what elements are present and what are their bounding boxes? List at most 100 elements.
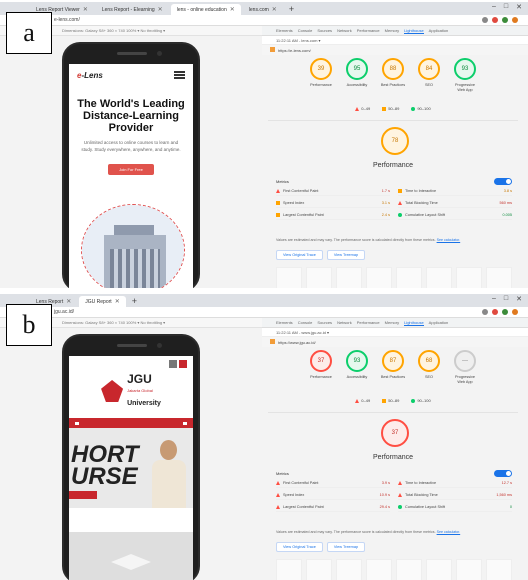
close-icon[interactable]: ✕ (83, 6, 88, 13)
extension-icon[interactable] (502, 309, 508, 315)
join-button[interactable]: Join For Free (108, 164, 154, 175)
extension-icon[interactable] (502, 17, 508, 23)
close-icon[interactable]: ✕ (158, 6, 163, 13)
close-window-icon[interactable]: ✕ (516, 3, 522, 11)
extension-icons (482, 309, 518, 315)
expand-view-toggle[interactable] (494, 178, 512, 185)
browser-tab[interactable]: lens.com ✕ (243, 4, 283, 15)
metric-label: Total Blocking Time (405, 492, 438, 497)
average-square-icon (276, 200, 280, 205)
metric-value: 560 ms (499, 200, 512, 205)
fail-triangle-icon (276, 480, 280, 485)
language-icon[interactable] (179, 360, 187, 368)
metric-value: 3.1 s (381, 200, 390, 205)
expand-view-toggle[interactable] (494, 470, 512, 477)
new-tab-icon[interactable]: + (289, 4, 294, 15)
view-trace-button[interactable]: View Original Trace (276, 250, 323, 260)
close-icon[interactable]: ✕ (230, 6, 235, 13)
lighthouse-report-select[interactable]: 11:22:11 AM - lens.com ▾ (262, 36, 528, 45)
devtools-tab[interactable]: Application (429, 320, 449, 325)
view-trace-button[interactable]: View Original Trace (276, 542, 323, 552)
lighthouse-report-select[interactable]: 11:22:11 AM - www.jgu.ac.id ▾ (262, 328, 528, 337)
devtools-tab[interactable]: Application (429, 28, 449, 33)
browser-tab-active[interactable]: JGU Report ✕ (79, 296, 126, 307)
extension-icon[interactable] (482, 309, 488, 315)
score-gauge[interactable]: 93 Progressive Web App (452, 58, 479, 93)
search-icon[interactable] (169, 360, 177, 368)
score-gauge[interactable]: 39 Performance (308, 58, 335, 93)
devtools-tabs: Elements Console Sources Network Perform… (262, 26, 528, 36)
browser-tab[interactable]: Lens Report - Elearning ✕ (96, 4, 169, 15)
score-gauge[interactable]: 88 Best Practices (380, 58, 407, 93)
score-legend: 0–49 50–89 90–100 (268, 106, 518, 111)
address-text: jgu.ac.id/ (54, 309, 75, 315)
score-gauge[interactable]: 87 Best Practices (380, 350, 407, 385)
score-gauge[interactable]: 84 SEO (416, 58, 443, 93)
phone-speaker (117, 344, 147, 347)
close-window-icon[interactable]: ✕ (516, 295, 522, 303)
view-treemap-button[interactable]: View Treemap (326, 250, 366, 260)
extension-icon[interactable] (482, 17, 488, 23)
devtools-tab[interactable]: Performance (357, 28, 380, 33)
devtools-tab[interactable]: Elements (276, 320, 293, 325)
close-icon[interactable]: ✕ (115, 298, 120, 305)
menu-icon[interactable] (183, 421, 187, 425)
divider (268, 120, 518, 121)
extension-icon[interactable] (492, 17, 498, 23)
devtools-tab-lighthouse[interactable]: Lighthouse (404, 28, 424, 34)
score-gauge[interactable]: 95 Accessibility (344, 58, 371, 93)
score-gauge[interactable]: 93 Accessibility (344, 350, 371, 385)
close-icon[interactable]: ✕ (66, 298, 71, 305)
calculator-link[interactable]: See calculator. (437, 238, 461, 242)
profile-avatar[interactable] (512, 17, 518, 23)
metric-row: Time to Interactive 12.7 s (398, 480, 512, 488)
devtools-tab[interactable]: Memory (385, 28, 399, 33)
nav-icon[interactable] (75, 421, 79, 425)
site-logo[interactable]: e-Lens (77, 71, 103, 80)
maximize-icon[interactable]: □ (504, 3, 508, 11)
filmstrip-frame (486, 267, 512, 288)
metric-label: First Contentful Paint (283, 480, 319, 485)
student-photo (147, 440, 191, 508)
filmstrip (276, 559, 512, 580)
devtools-tab[interactable]: Console (298, 28, 313, 33)
score-gauge[interactable]: — Progressive Web App (452, 350, 479, 385)
score-gauges: 37 Performance 93 Accessibility 87 Best Pra… (268, 350, 518, 385)
view-treemap-button[interactable]: View Treemap (326, 542, 366, 552)
minimize-icon[interactable]: – (492, 295, 496, 303)
menu-icon[interactable] (174, 71, 185, 79)
address-bar[interactable]: e-lens.com/ (0, 15, 528, 26)
devtools-tab[interactable]: Elements (276, 28, 293, 33)
performance-title: Performance (372, 454, 414, 461)
calculator-link[interactable]: See calculator. (437, 530, 461, 534)
devtools-tab[interactable]: Network (337, 28, 352, 33)
extension-icon[interactable] (492, 309, 498, 315)
devtools-tab[interactable]: Console (298, 320, 313, 325)
close-icon[interactable]: ✕ (272, 6, 277, 13)
minimize-icon[interactable]: – (492, 3, 496, 11)
metrics-header: Metrics (276, 470, 512, 477)
score-gauge[interactable]: 37 Performance (308, 350, 335, 385)
devtools-tab[interactable]: Sources (317, 320, 332, 325)
profile-avatar[interactable] (512, 309, 518, 315)
devtools-tab[interactable]: Performance (357, 320, 380, 325)
address-text: e-lens.com/ (54, 17, 80, 23)
metric-label: Time to Interactive (405, 188, 437, 193)
maximize-icon[interactable]: □ (504, 295, 508, 303)
short-course-banner[interactable]: HORT URSE (69, 428, 193, 508)
pass-circle-icon (398, 212, 402, 217)
site-header: e-Lens (69, 64, 193, 86)
phone-camera (157, 51, 162, 56)
new-tab-icon[interactable]: + (132, 296, 137, 307)
browser-tab-active[interactable]: lens - online education ✕ (170, 4, 241, 15)
devtools-tab[interactable]: Sources (317, 28, 332, 33)
browser-tab-bar: Lens Report ✕ JGU Report ✕ + – □ ✕ (0, 294, 528, 307)
devtools-tab-lighthouse[interactable]: Lighthouse (404, 320, 424, 326)
address-bar[interactable]: jgu.ac.id/ (0, 307, 528, 318)
metric-value: 10.9 s (379, 492, 390, 497)
site-logo[interactable]: JGU Jakarta Global University (101, 373, 161, 409)
score-gauge[interactable]: 68 SEO (416, 350, 443, 385)
devtools-tab[interactable]: Memory (385, 320, 399, 325)
devtools-tab[interactable]: Network (337, 320, 352, 325)
metric-value: 12.7 s (501, 480, 512, 485)
